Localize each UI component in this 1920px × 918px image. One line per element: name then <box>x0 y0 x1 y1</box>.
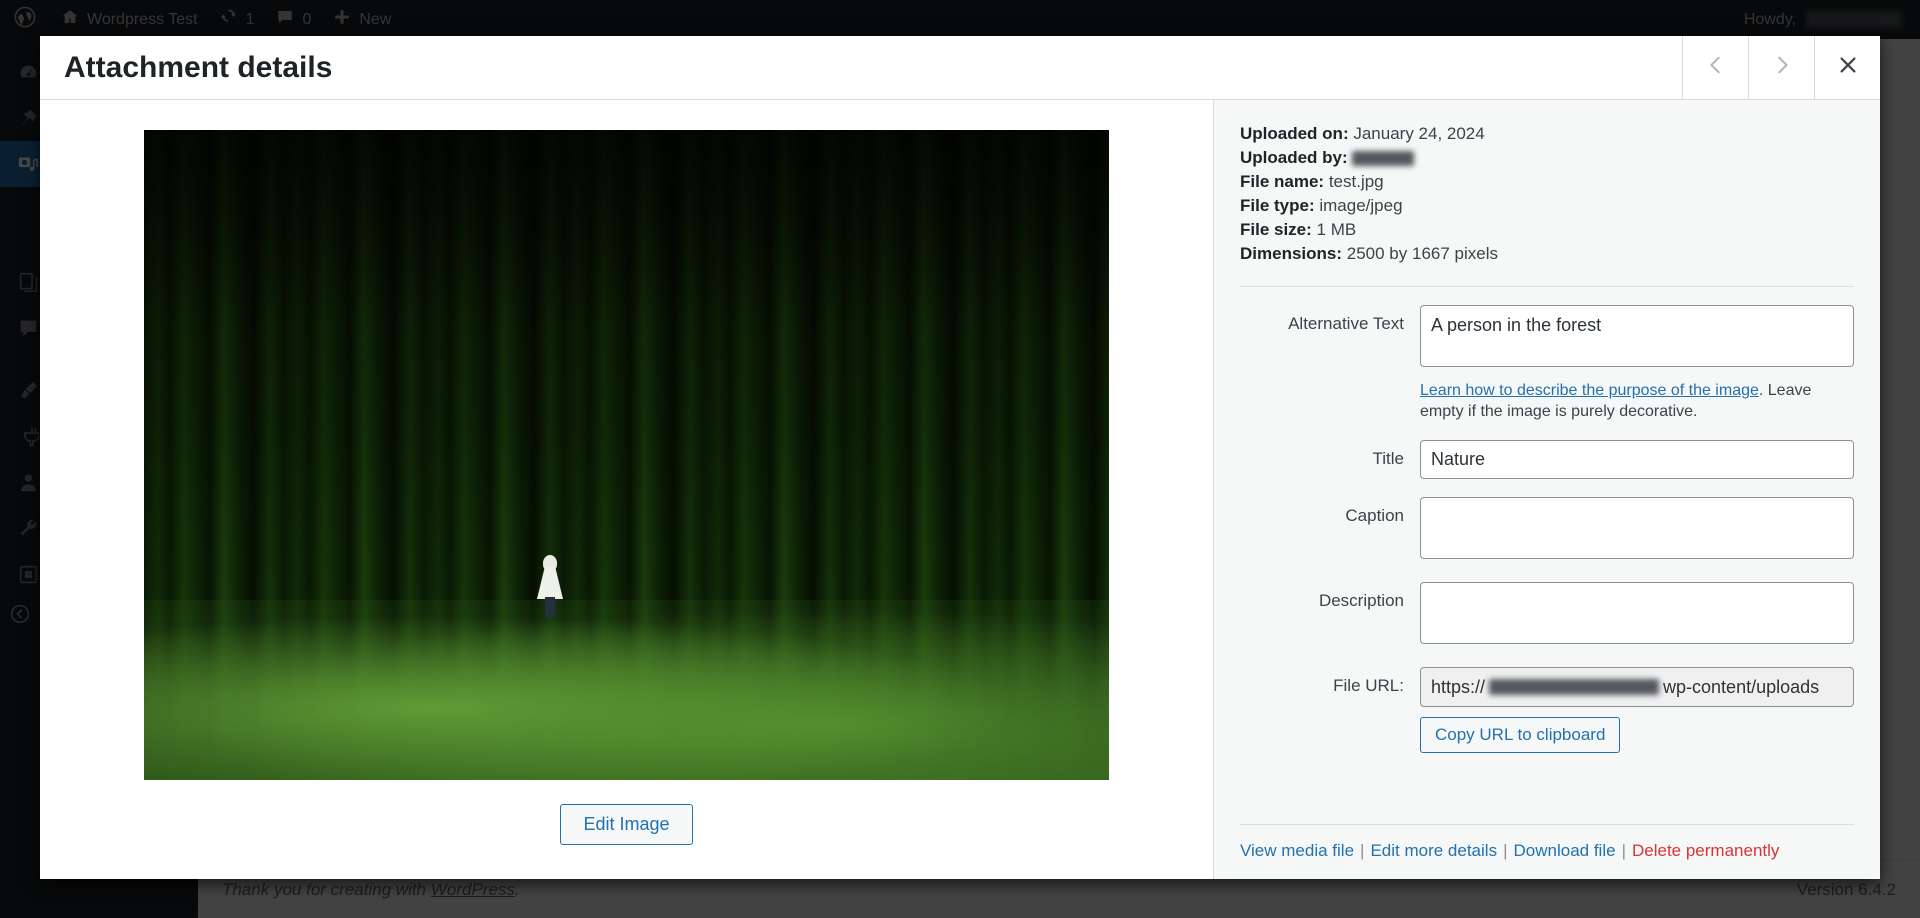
details-divider <box>1240 286 1854 287</box>
page-title: Attachment details <box>64 50 333 84</box>
file-url-label: File URL: <box>1333 676 1404 695</box>
meta-uploaded-on-value: January 24, 2024 <box>1353 124 1485 143</box>
person-in-forest <box>537 555 563 617</box>
attachment-preview-pane: Edit Image <box>40 100 1213 879</box>
chevron-left-icon <box>1705 54 1727 81</box>
view-media-file-link[interactable]: View media file <box>1240 841 1354 860</box>
meta-uploaded-by: Uploaded by: <box>1240 146 1854 170</box>
meta-file-size: File size: 1 MB <box>1240 218 1854 242</box>
actions-divider-2: | <box>1503 841 1508 860</box>
edit-more-details-link[interactable]: Edit more details <box>1370 841 1497 860</box>
attachment-actions: View media file | Edit more details | Downlo… <box>1240 824 1854 879</box>
description-input[interactable] <box>1420 582 1854 644</box>
alt-text-input[interactable] <box>1420 305 1854 367</box>
meta-uploaded-on-label: Uploaded on: <box>1240 124 1349 143</box>
copy-url-button[interactable]: Copy URL to clipboard <box>1420 717 1621 753</box>
chevron-right-icon <box>1771 54 1793 81</box>
file-url-domain-redacted <box>1489 679 1660 695</box>
alt-text-help: Learn how to describe the purpose of the… <box>1420 380 1854 422</box>
delete-permanently-link[interactable]: Delete permanently <box>1632 841 1779 860</box>
meta-file-name: File name: test.jpg <box>1240 170 1854 194</box>
download-file-link[interactable]: Download file <box>1514 841 1616 860</box>
meta-file-type-value: image/jpeg <box>1319 196 1403 215</box>
alt-text-label: Alternative Text <box>1288 314 1404 333</box>
field-title: Title <box>1240 440 1854 479</box>
meta-dimensions-label: Dimensions: <box>1240 244 1343 263</box>
description-label: Description <box>1318 591 1404 610</box>
meta-file-size-label: File size: <box>1240 220 1312 239</box>
close-icon <box>1837 54 1859 81</box>
title-input[interactable] <box>1420 440 1854 479</box>
meta-file-name-value: test.jpg <box>1328 172 1384 191</box>
attachment-image <box>144 130 1109 780</box>
modal-header: Attachment details <box>40 36 1880 100</box>
attachment-details-pane: Uploaded on: January 24, 2024 Uploaded b… <box>1213 100 1880 879</box>
meta-file-type: File type: image/jpeg <box>1240 194 1854 218</box>
meta-file-size-value: 1 MB <box>1316 220 1357 239</box>
field-file-url: File URL: https:// wp-content/uploads Co… <box>1240 667 1854 753</box>
meta-file-name-label: File name: <box>1240 172 1325 191</box>
attachment-details-modal: Attachment details Edit Image Uploaded o… <box>40 36 1880 879</box>
file-url-input[interactable]: https:// wp-content/uploads <box>1420 667 1854 707</box>
modal-body: Edit Image Uploaded on: January 24, 2024… <box>40 100 1880 879</box>
meta-uploaded-on: Uploaded on: January 24, 2024 <box>1240 122 1854 146</box>
close-modal-button[interactable] <box>1814 36 1880 99</box>
file-url-prefix: https:// <box>1431 676 1486 697</box>
meta-dimensions-value: 2500 by 1667 pixels <box>1346 244 1498 263</box>
next-attachment-button[interactable] <box>1748 36 1814 99</box>
caption-label: Caption <box>1345 506 1404 525</box>
caption-input[interactable] <box>1420 497 1854 559</box>
actions-divider-1: | <box>1360 841 1365 860</box>
field-alt-text: Alternative Text Learn how to describe t… <box>1240 305 1854 422</box>
file-url-suffix: wp-content/uploads <box>1663 676 1820 697</box>
alt-text-help-link[interactable]: Learn how to describe the purpose of the… <box>1420 382 1759 399</box>
title-label: Title <box>1372 449 1405 468</box>
meta-uploaded-by-label: Uploaded by: <box>1240 148 1348 167</box>
field-description: Description <box>1240 582 1854 649</box>
meta-file-type-label: File type: <box>1240 196 1315 215</box>
meta-uploaded-by-value-redacted <box>1352 151 1415 167</box>
field-caption: Caption <box>1240 497 1854 564</box>
edit-image-button[interactable]: Edit Image <box>560 804 693 845</box>
previous-attachment-button[interactable] <box>1682 36 1748 99</box>
actions-divider-3: | <box>1621 841 1626 860</box>
edit-image-wrap: Edit Image <box>560 804 693 845</box>
meta-dimensions: Dimensions: 2500 by 1667 pixels <box>1240 242 1854 266</box>
